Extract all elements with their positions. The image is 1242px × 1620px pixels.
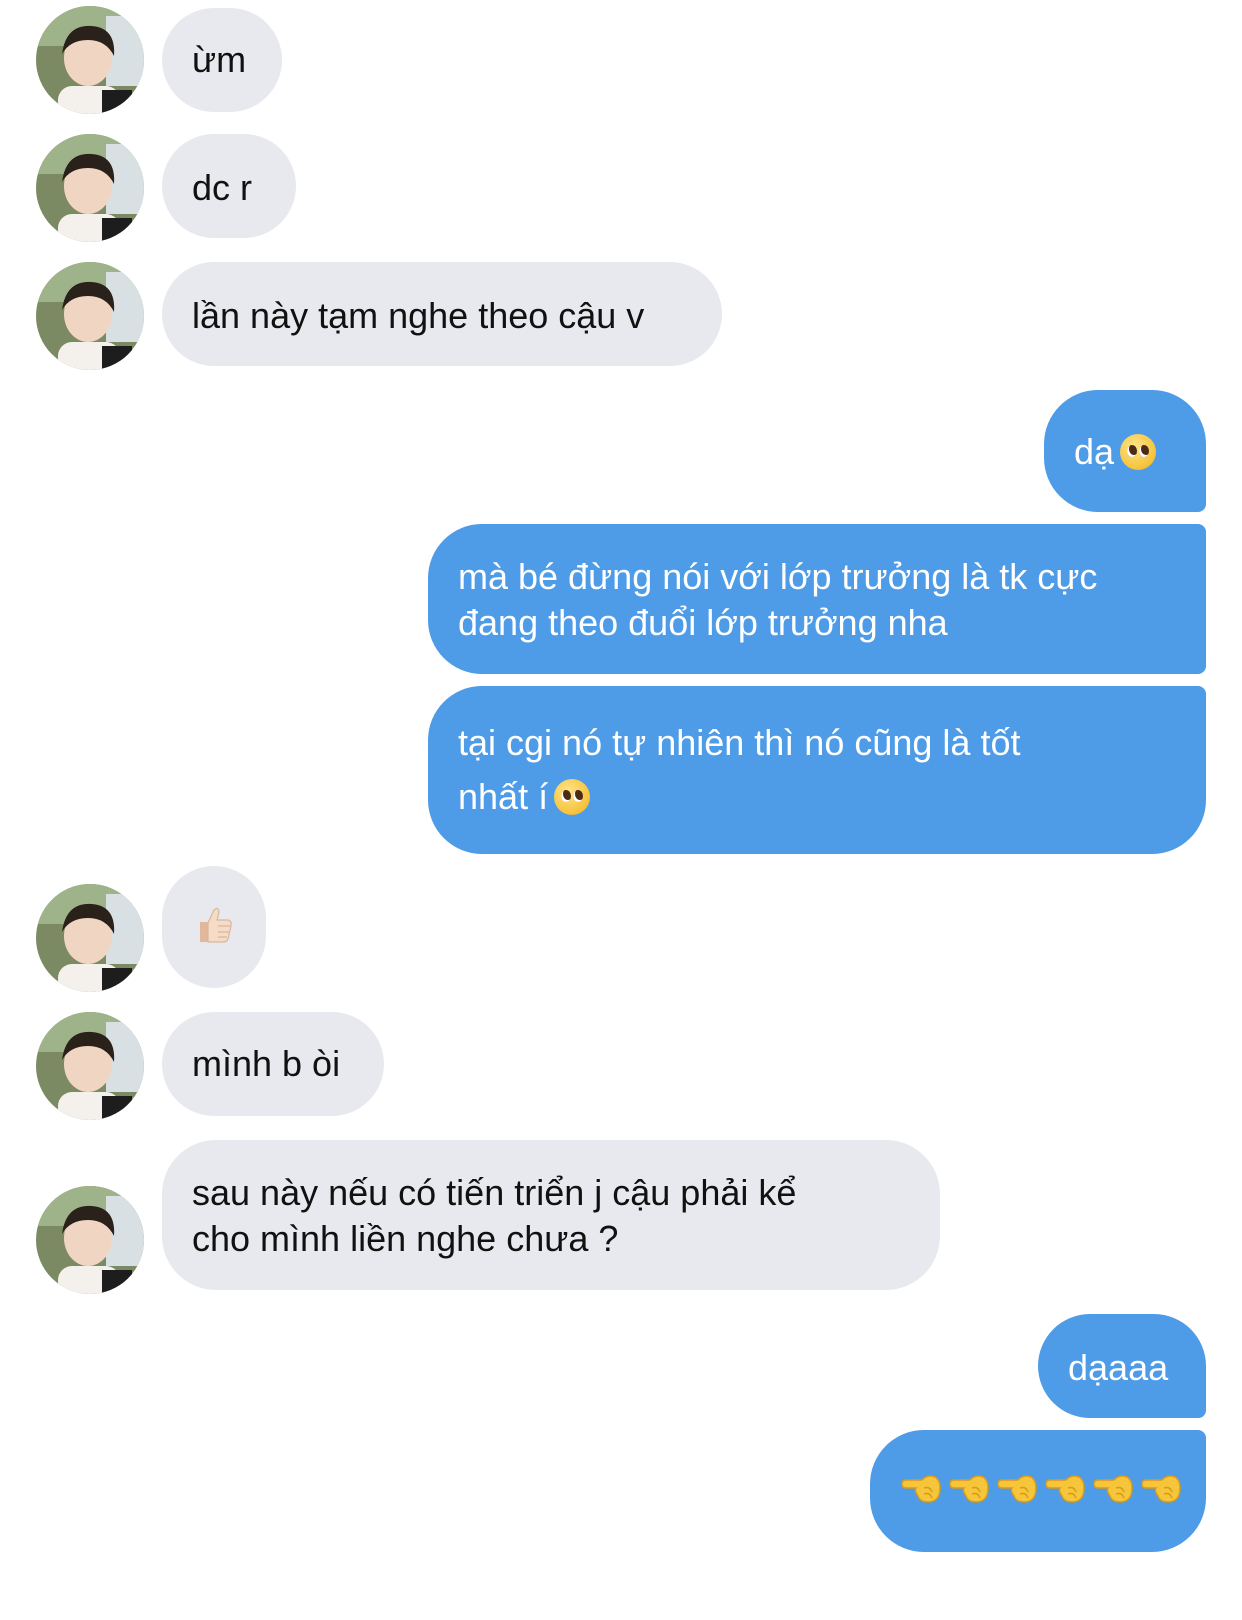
incoming-message-bubble[interactable]: dc r <box>162 134 296 238</box>
pointing-left-hand-icon <box>1093 1475 1133 1503</box>
message-text: dạ <box>1074 431 1115 472</box>
thumbs-up-icon <box>200 907 232 943</box>
message-text-line: tại cgi nó tự nhiên thì nó cũng là tốt <box>458 722 1021 763</box>
pointing-left-hand-icon <box>949 1475 989 1503</box>
pointing-left-hand-icon <box>1045 1475 1085 1503</box>
pointing-left-hand-icon <box>901 1475 941 1503</box>
message-text: ừm <box>192 39 247 80</box>
contact-avatar[interactable] <box>36 1012 144 1120</box>
pleading-face-icon <box>554 779 591 815</box>
incoming-message-bubble[interactable] <box>162 866 266 988</box>
pleading-face-icon <box>1120 434 1157 470</box>
contact-avatar[interactable] <box>36 6 144 114</box>
message-text-line: sau này nếu có tiến triển j cậu phải kể <box>192 1172 797 1213</box>
outgoing-message-bubble[interactable]: mà bé đừng nói với lớp trưởng là tk cực … <box>428 524 1206 674</box>
message-text: lần này tạm nghe theo cậu v <box>192 295 645 336</box>
outgoing-message-bubble[interactable]: dạ <box>1044 390 1206 512</box>
message-text: dc r <box>192 167 253 208</box>
incoming-message-bubble[interactable]: lần này tạm nghe theo cậu v <box>162 262 722 366</box>
incoming-message-bubble[interactable]: sau này nếu có tiến triển j cậu phải kể … <box>162 1140 940 1290</box>
message-text-line: đang theo đuổi lớp trưởng nha <box>458 602 948 643</box>
message-text-line: cho mình liền nghe chưa ? <box>192 1218 619 1259</box>
pointing-left-emoji-row <box>900 1468 1184 1508</box>
contact-avatar[interactable] <box>36 1186 144 1294</box>
contact-avatar[interactable] <box>36 884 144 992</box>
pointing-left-hand-icon <box>1141 1475 1181 1503</box>
outgoing-message-bubble[interactable]: dạaaa <box>1038 1314 1206 1418</box>
contact-avatar[interactable] <box>36 134 144 242</box>
incoming-message-bubble[interactable]: mình b òi <box>162 1012 384 1116</box>
outgoing-message-bubble[interactable]: tại cgi nó tự nhiên thì nó cũng là tốt n… <box>428 686 1206 854</box>
message-text: dạaaa <box>1068 1347 1169 1388</box>
outgoing-message-bubble[interactable] <box>870 1430 1206 1552</box>
pointing-left-hand-icon <box>997 1475 1037 1503</box>
message-text-line: mà bé đừng nói với lớp trưởng là tk cực <box>458 556 1098 597</box>
incoming-message-bubble[interactable]: ừm <box>162 8 282 112</box>
contact-avatar[interactable] <box>36 262 144 370</box>
message-text: mình b òi <box>192 1043 341 1084</box>
message-text-line: nhất í <box>458 776 549 817</box>
